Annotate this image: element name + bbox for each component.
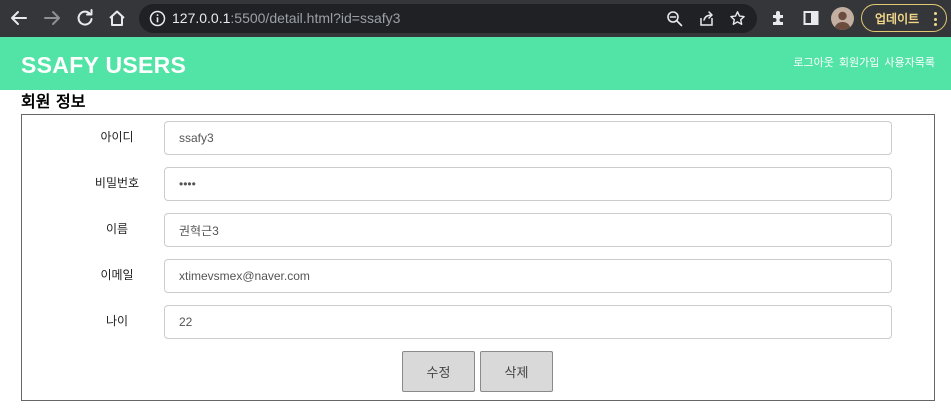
name-input[interactable] [164, 213, 892, 247]
share-icon[interactable] [697, 9, 716, 28]
zoom-icon[interactable] [665, 9, 684, 28]
nav-logout-link[interactable]: 로그아웃 [793, 56, 833, 70]
side-panel-icon[interactable] [801, 8, 821, 28]
url-text[interactable]: 127.0.0.1:5500/detail.html?id=ssafy3 [172, 10, 400, 27]
age-input[interactable] [164, 305, 892, 339]
home-icon[interactable] [105, 6, 129, 30]
site-info-icon[interactable] [149, 10, 166, 27]
delete-button[interactable]: 삭제 [480, 351, 553, 392]
browser-toolbar: 127.0.0.1:5500/detail.html?id=ssafy3 업데이… [0, 0, 951, 37]
form-row-password: 비밀번호 [22, 167, 934, 201]
update-button[interactable]: 업데이트 [861, 4, 947, 32]
header-nav: 로그아웃 회원가입 사용자목록 [793, 56, 935, 70]
email-input[interactable] [164, 259, 892, 293]
url-path: :5500/detail.html?id=ssafy3 [230, 10, 401, 26]
form-row-name: 이름 [22, 213, 934, 247]
form-actions: 수정 삭제 [402, 351, 553, 392]
nav-signup-link[interactable]: 회원가입 [839, 56, 879, 70]
password-input[interactable] [164, 167, 892, 201]
update-button-label: 업데이트 [875, 11, 920, 26]
forward-arrow-icon[interactable] [40, 6, 64, 30]
form-row-email: 이메일 [22, 259, 934, 293]
form-row-id: 아이디 [22, 121, 934, 155]
nav-user-list-link[interactable]: 사용자목록 [884, 56, 935, 70]
url-host: 127.0.0.1 [172, 10, 231, 26]
edit-button[interactable]: 수정 [402, 351, 475, 392]
address-bar[interactable]: 127.0.0.1:5500/detail.html?id=ssafy3 [139, 4, 757, 33]
back-arrow-icon[interactable] [7, 6, 31, 30]
bookmark-star-icon[interactable] [728, 9, 747, 28]
more-menu-icon [933, 12, 937, 26]
profile-avatar[interactable] [831, 7, 854, 30]
form-row-age: 나이 [22, 305, 934, 339]
reload-icon[interactable] [73, 6, 97, 30]
page-title: 회원 정보 [21, 92, 86, 111]
site-title[interactable]: SSAFY USERS [21, 52, 186, 78]
extensions-puzzle-icon[interactable] [769, 8, 789, 28]
site-header: SSAFY USERS 로그아웃 회원가입 사용자목록 [0, 37, 951, 90]
id-input[interactable] [164, 121, 892, 155]
user-detail-form: 아이디 비밀번호 이름 이메일 나이 수정 삭제 [21, 114, 935, 401]
